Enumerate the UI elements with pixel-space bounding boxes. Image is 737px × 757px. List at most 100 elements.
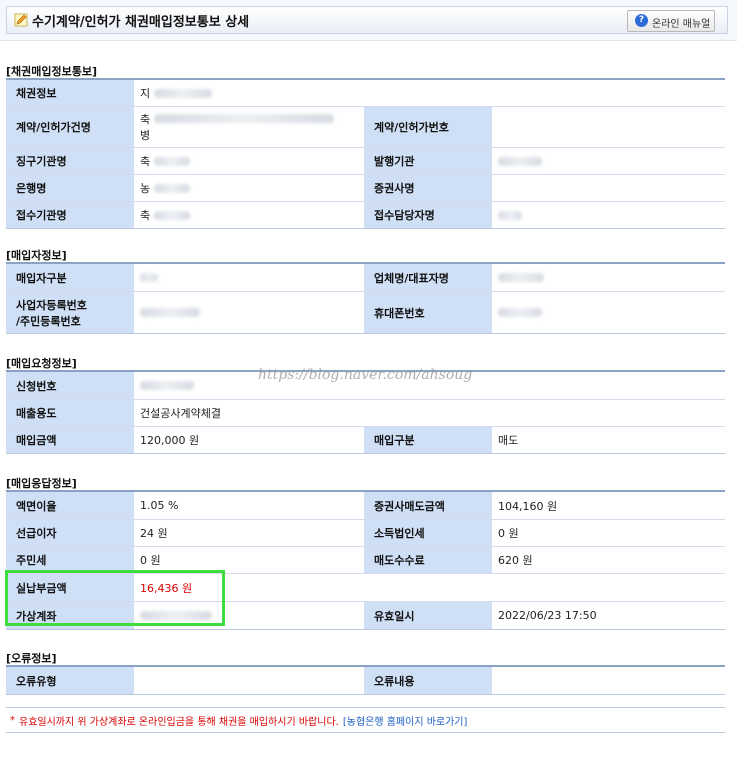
issuer-label: 발행기관 bbox=[364, 148, 492, 174]
section-title-request: [매입요청정보] bbox=[6, 357, 77, 370]
table-row: 오류유형 오류내용 bbox=[6, 667, 725, 694]
redacted-text bbox=[498, 156, 542, 166]
face-rate-label: 액면이율 bbox=[6, 492, 134, 519]
bond-info-label: 채권정보 bbox=[6, 80, 134, 106]
error-type-label: 오류유형 bbox=[6, 667, 134, 694]
receive-agency-text: 축 bbox=[140, 209, 151, 222]
redacted-text bbox=[154, 114, 335, 123]
purchase-type-label: 매입구분 bbox=[364, 427, 492, 453]
contract-no-label: 계약/인허가번호 bbox=[364, 107, 492, 147]
sell-amount-value: 104,160 원 bbox=[492, 492, 725, 519]
table-row: 채권정보 지 bbox=[6, 80, 725, 107]
table-row: 징구기관명 축 발행기관 bbox=[6, 148, 725, 175]
redacted-text bbox=[498, 273, 544, 282]
face-rate-value: 1.05 % bbox=[134, 492, 364, 519]
company-label: 업체명/대표자명 bbox=[364, 264, 492, 291]
table-row: 선급이자 24 원 소득법인세 0 원 bbox=[6, 520, 725, 547]
notice-bar: * 유효일시까지 위 가상계좌로 온라인입금을 통해 채권을 매입하시기 바랍니… bbox=[6, 707, 725, 733]
table-row: 매입자구분 업체명/대표자명 bbox=[6, 264, 725, 292]
usage-label: 매출용도 bbox=[6, 400, 134, 426]
collect-agency-text: 축 bbox=[140, 155, 151, 168]
buyer-type-label: 매입자구분 bbox=[6, 264, 134, 291]
online-manual-label: 온라인 매뉴얼 bbox=[652, 19, 711, 30]
table-row: 접수기관명 축 접수담당자명 bbox=[6, 202, 725, 228]
bond-notice-table: 채권정보 지 계약/인허가건명 축 병 계약/인허가번호 징구기관명 축 발행기… bbox=[6, 78, 725, 229]
reg-no-value bbox=[134, 292, 364, 333]
redacted-text bbox=[154, 183, 191, 193]
table-row: 은행명 농 증권사명 bbox=[6, 175, 725, 202]
redacted-text bbox=[154, 156, 191, 166]
valid-until-label: 유효일시 bbox=[364, 602, 492, 629]
table-row: 매입금액 120,000 원 매입구분 매도 bbox=[6, 427, 725, 453]
watermark: https://blog.naver.com/ahsoug bbox=[258, 367, 473, 383]
mobile-value bbox=[492, 292, 725, 333]
contract-name-text-2: 병 bbox=[140, 129, 151, 142]
redacted-text bbox=[140, 381, 194, 390]
usage-value: 건설공사계약체결 bbox=[134, 400, 725, 426]
company-value bbox=[492, 264, 725, 291]
section-title-error: [오류정보] bbox=[6, 652, 57, 665]
section-title-response: [매입응답정보] bbox=[6, 477, 77, 490]
error-table: 오류유형 오류내용 bbox=[6, 665, 725, 695]
reg-no-label-line1: 사업자등록번호 bbox=[16, 298, 87, 312]
receive-agency-value: 축 bbox=[134, 202, 364, 228]
notice-star: * bbox=[10, 714, 15, 726]
receive-agency-label: 접수기관명 bbox=[6, 202, 134, 228]
error-type-value bbox=[134, 667, 364, 694]
amount-label: 매입금액 bbox=[6, 427, 134, 453]
table-row: 매출용도 건설공사계약체결 bbox=[6, 400, 725, 427]
section-title-bond-notice: [채권매입정보통보] bbox=[6, 65, 98, 78]
reg-no-label-line2: /주민등록번호 bbox=[16, 314, 81, 328]
apply-no-label: 신청번호 bbox=[6, 372, 134, 399]
mobile-label: 휴대폰번호 bbox=[364, 292, 492, 333]
pencil-icon bbox=[14, 13, 28, 27]
bank-value: 농 bbox=[134, 175, 364, 201]
securities-value bbox=[492, 175, 725, 201]
notice-text: 유효일시까지 위 가상계좌로 온라인입금을 통해 채권을 매입하시기 바랍니다. bbox=[19, 716, 339, 728]
prepaid-interest-value: 24 원 bbox=[134, 520, 364, 546]
amount-value: 120,000 원 bbox=[134, 427, 364, 453]
redacted-text bbox=[154, 210, 191, 220]
page-title: 수기계약/인허가 채권매입정보통보 상세 bbox=[32, 15, 250, 30]
income-tax-label: 소득법인세 bbox=[364, 520, 492, 546]
bank-text: 농 bbox=[140, 182, 151, 195]
bond-info-text: 지 bbox=[140, 87, 151, 100]
income-tax-value: 0 원 bbox=[492, 520, 725, 546]
table-row: 액면이율 1.05 % 증권사매도금액 104,160 원 bbox=[6, 492, 725, 520]
highlight-box bbox=[5, 570, 225, 626]
redacted-text bbox=[154, 88, 213, 98]
redacted-text bbox=[498, 308, 542, 317]
issuer-value bbox=[492, 148, 725, 174]
receive-manager-value bbox=[492, 202, 725, 228]
bank-label: 은행명 bbox=[6, 175, 134, 201]
sell-fee-label: 매도수수료 bbox=[364, 547, 492, 573]
redacted-text bbox=[498, 210, 522, 220]
receive-manager-label: 접수담당자명 bbox=[364, 202, 492, 228]
buyer-table: 매입자구분 업체명/대표자명 사업자등록번호 /주민등록번호 휴대폰번호 bbox=[6, 262, 725, 334]
contract-name-label: 계약/인허가건명 bbox=[6, 107, 134, 147]
title-bar: 수기계약/인허가 채권매입정보통보 상세 ? 온라인 매뉴얼 bbox=[0, 0, 737, 41]
nh-bank-homepage-link[interactable]: [농협은행 홈페이지 바로가기] bbox=[343, 713, 468, 728]
help-icon: ? bbox=[635, 14, 648, 27]
section-title-buyer: [매입자정보] bbox=[6, 249, 67, 262]
collect-agency-value: 축 bbox=[134, 148, 364, 174]
valid-until-value: 2022/06/23 17:50 bbox=[492, 602, 725, 629]
table-row: 사업자등록번호 /주민등록번호 휴대폰번호 bbox=[6, 292, 725, 333]
prepaid-interest-label: 선급이자 bbox=[6, 520, 134, 546]
contract-name-text: 축 bbox=[140, 113, 151, 126]
buyer-type-value bbox=[134, 264, 364, 291]
contract-name-value: 축 병 bbox=[134, 107, 364, 147]
bond-info-value: 지 bbox=[134, 80, 725, 106]
table-row: 계약/인허가건명 축 병 계약/인허가번호 bbox=[6, 107, 725, 148]
error-content-label: 오류내용 bbox=[364, 667, 492, 694]
securities-label: 증권사명 bbox=[364, 175, 492, 201]
collect-agency-label: 징구기관명 bbox=[6, 148, 134, 174]
redacted-text bbox=[140, 273, 158, 282]
error-content-value bbox=[492, 667, 725, 694]
purchase-type-value: 매도 bbox=[492, 427, 725, 453]
sell-fee-value: 620 원 bbox=[492, 547, 725, 573]
redacted-text bbox=[140, 308, 200, 317]
contract-no-value bbox=[492, 107, 725, 147]
sell-amount-label: 증권사매도금액 bbox=[364, 492, 492, 519]
online-manual-button[interactable]: ? 온라인 매뉴얼 bbox=[627, 10, 715, 32]
